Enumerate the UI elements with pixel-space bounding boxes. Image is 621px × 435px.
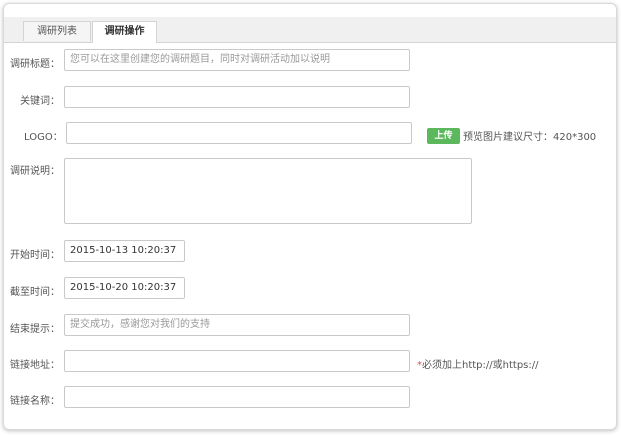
link-name-input[interactable]	[64, 386, 410, 408]
link-url-hint: *必须加上http://或https://	[417, 356, 538, 371]
title-label: 调研标题：	[10, 59, 60, 70]
description-textarea[interactable]	[64, 158, 472, 224]
end-time-input[interactable]: 2015-10-20 10:20:37	[64, 277, 185, 299]
link-url-hint-text: 必须加上http://或https://	[422, 360, 539, 371]
keywords-label: 关键词：	[20, 96, 60, 107]
end-message-input[interactable]: 提交成功，感谢您对我们的支持	[64, 314, 410, 336]
tab-bar: 调研列表 调研操作	[4, 17, 616, 43]
start-time-input[interactable]: 2015-10-13 10:20:37	[64, 240, 185, 262]
form-panel: 调研列表 调研操作 调研标题： 您可以在这里创建您的调研题目，同时对调研活动加以…	[3, 3, 617, 430]
keywords-input[interactable]	[64, 86, 410, 108]
start-time-label: 开始时间：	[10, 250, 60, 261]
end-time-label: 截至时间：	[10, 287, 60, 298]
link-url-input[interactable]	[64, 350, 410, 372]
upload-button[interactable]: 上传	[427, 128, 460, 144]
logo-size-hint: 预览图片建议尺寸：420*300	[463, 132, 597, 143]
logo-input[interactable]	[66, 122, 412, 144]
description-label: 调研说明：	[10, 166, 60, 177]
end-message-label: 结束提示：	[10, 324, 60, 335]
tab-survey-edit[interactable]: 调研操作	[92, 21, 157, 43]
link-url-label: 链接地址：	[10, 360, 60, 371]
logo-label: LOGO：	[24, 132, 63, 143]
title-input[interactable]: 您可以在这里创建您的调研题目，同时对调研活动加以说明	[64, 49, 410, 71]
tab-survey-list[interactable]: 调研列表	[23, 21, 91, 41]
link-name-label: 链接名称：	[10, 396, 60, 407]
